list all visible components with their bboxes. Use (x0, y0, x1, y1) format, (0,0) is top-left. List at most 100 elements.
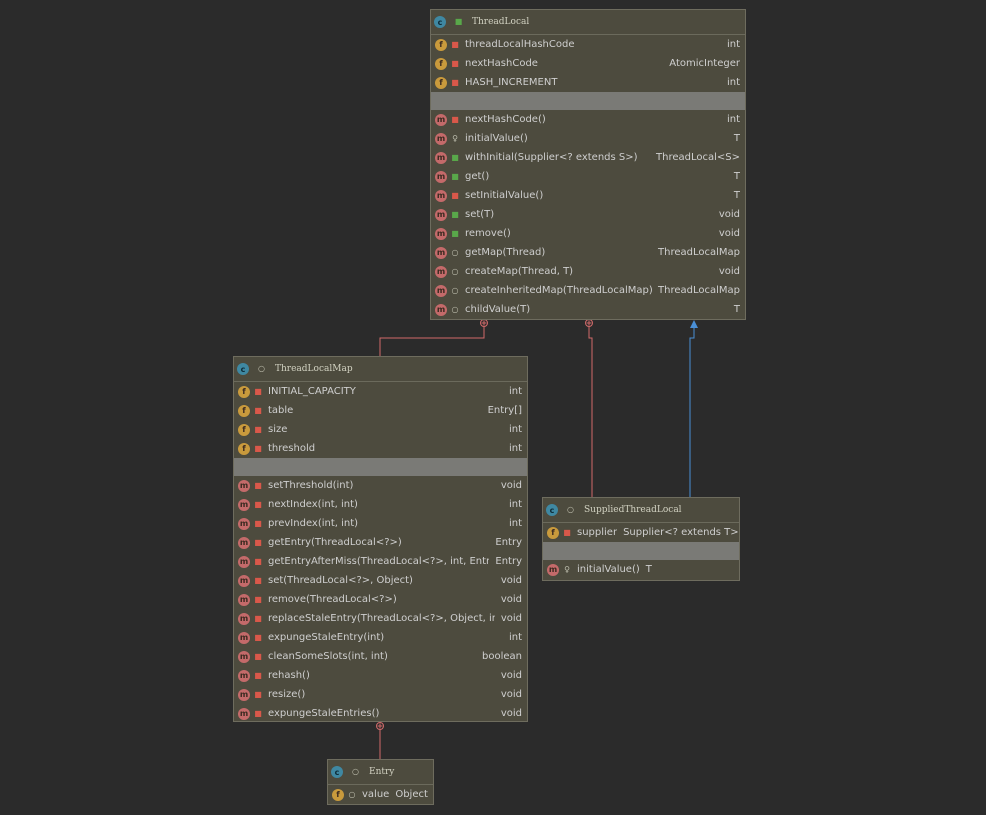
field-icon: f (332, 788, 344, 801)
method-row[interactable]: m ■ set(T) void (431, 205, 745, 224)
method-row[interactable]: m ■ cleanSomeSlots(int, int) boolean (234, 647, 527, 666)
method-icon: m (238, 479, 250, 492)
method-signature: set(T) (465, 209, 495, 220)
method-row[interactable]: m ■ replaceStaleEntry(ThreadLocal<?>, Obje… (234, 609, 527, 628)
return-type: void (500, 670, 522, 681)
return-type: int (508, 632, 522, 643)
visibility-private-icon: ■ (254, 518, 262, 528)
method-icon: m (435, 303, 447, 316)
method-icon: m (435, 246, 447, 259)
return-type: int (508, 518, 522, 529)
class-icon: c (546, 504, 558, 516)
inner-class-marker-icon (585, 319, 593, 327)
visibility-private-icon: ■ (254, 443, 262, 453)
method-row[interactable]: m ■ nextHashCode() int (431, 110, 745, 129)
class-header[interactable]: c ○ Entry (328, 760, 433, 785)
method-row[interactable]: m ○ createMap(Thread, T) void (431, 262, 745, 281)
field-row[interactable]: f ■ nextHashCode AtomicInteger (431, 54, 745, 73)
method-signature: remove(ThreadLocal<?>) (268, 594, 397, 605)
method-row[interactable]: m ■ getEntry(ThreadLocal<?>) Entry (234, 533, 527, 552)
method-icon: m (238, 612, 250, 625)
visibility-protected-icon: ♀ (564, 564, 570, 574)
return-type: T (733, 304, 740, 315)
visibility-private-icon: ■ (451, 39, 459, 49)
visibility-private-icon: ■ (254, 537, 262, 547)
field-type: AtomicInteger (669, 58, 740, 69)
class-header[interactable]: c ■ ThreadLocal (431, 10, 745, 35)
class-icon: c (237, 363, 249, 375)
method-row[interactable]: m ○ getMap(Thread) ThreadLocalMap (431, 243, 745, 262)
field-type: Entry[] (487, 405, 522, 416)
visibility-private-icon: ■ (254, 405, 262, 415)
visibility-package-icon: ○ (348, 789, 356, 799)
field-type: int (726, 77, 740, 88)
method-icon: m (238, 536, 250, 549)
visibility-private-icon: ■ (254, 632, 262, 642)
method-row[interactable]: m ♀ initialValue() T (543, 560, 739, 579)
class-box-threadlocal[interactable]: c ■ ThreadLocal f ■ threadLocalHashCode int f ■ n… (430, 9, 746, 320)
field-name: HASH_INCREMENT (465, 77, 558, 88)
field-icon: f (435, 76, 447, 89)
visibility-private-icon: ■ (254, 594, 262, 604)
method-signature: nextHashCode() (465, 114, 546, 125)
visibility-private-icon: ■ (254, 651, 262, 661)
method-row[interactable]: m ■ expungeStaleEntry(int) int (234, 628, 527, 647)
method-signature: rehash() (268, 670, 310, 681)
method-signature: initialValue() (577, 564, 640, 575)
field-row[interactable]: f ■ supplier Supplier<? extends T> (543, 523, 739, 542)
field-row[interactable]: f ■ threshold int (234, 439, 527, 458)
method-signature: getEntry(ThreadLocal<?>) (268, 537, 402, 548)
method-signature: expungeStaleEntries() (268, 708, 380, 719)
return-type: void (718, 266, 740, 277)
method-row[interactable]: m ○ createInheritedMap(ThreadLocalMap) Thre… (431, 281, 745, 300)
return-type: T (733, 190, 740, 201)
method-row[interactable]: m ■ get() T (431, 167, 745, 186)
return-type: void (718, 209, 740, 220)
class-header[interactable]: c ○ ThreadLocalMap (234, 357, 527, 382)
visibility-private-icon: ■ (254, 499, 262, 509)
method-icon: m (238, 555, 250, 568)
method-row[interactable]: m ■ set(ThreadLocal<?>, Object) void (234, 571, 527, 590)
class-header[interactable]: c ○ SuppliedThreadLocal (543, 498, 739, 523)
method-row[interactable]: m ■ nextIndex(int, int) int (234, 495, 527, 514)
method-row[interactable]: m ■ rehash() void (234, 666, 527, 685)
method-row[interactable]: m ■ getEntryAfterMiss(ThreadLocal<?>, int,… (234, 552, 527, 571)
field-row[interactable]: f ■ HASH_INCREMENT int (431, 73, 745, 92)
class-box-threadlocalmap[interactable]: c ○ ThreadLocalMap f ■ INITIAL_CAPACITY int f ■ t… (233, 356, 528, 722)
field-row[interactable]: f ■ size int (234, 420, 527, 439)
field-icon: f (238, 423, 250, 436)
method-row[interactable]: m ■ withInitial(Supplier<? extends S>) Thre… (431, 148, 745, 167)
section-separator (234, 458, 527, 476)
method-row[interactable]: m ♀ initialValue() T (431, 129, 745, 148)
method-row[interactable]: m ■ prevIndex(int, int) int (234, 514, 527, 533)
visibility-package-icon: ○ (451, 247, 459, 257)
field-row[interactable]: f ○ value Object (328, 785, 433, 804)
class-box-suppliedthreadlocal[interactable]: c ○ SuppliedThreadLocal f ■ supplier Supplier<… (542, 497, 740, 581)
method-row[interactable]: m ■ setInitialValue() T (431, 186, 745, 205)
class-name: Entry (369, 767, 395, 777)
field-row[interactable]: f ■ table Entry[] (234, 401, 527, 420)
method-row[interactable]: m ■ resize() void (234, 685, 527, 704)
field-name: threadLocalHashCode (465, 39, 575, 50)
visibility-public-icon: ■ (451, 152, 459, 162)
method-row[interactable]: m ■ remove(ThreadLocal<?>) void (234, 590, 527, 609)
return-type: Entry (495, 556, 522, 567)
visibility-private-icon: ■ (451, 77, 459, 87)
field-row[interactable]: f ■ threadLocalHashCode int (431, 35, 745, 54)
class-box-entry[interactable]: c ○ Entry f ○ value Object (327, 759, 434, 805)
method-row[interactable]: m ■ expungeStaleEntries() void (234, 704, 527, 721)
field-type: int (726, 39, 740, 50)
visibility-private-icon: ■ (451, 190, 459, 200)
class-icon: c (331, 766, 343, 778)
method-row[interactable]: m ■ remove() void (431, 224, 745, 243)
field-icon: f (238, 404, 250, 417)
method-icon: m (435, 113, 447, 126)
field-row[interactable]: f ■ INITIAL_CAPACITY int (234, 382, 527, 401)
method-row[interactable]: m ■ setThreshold(int) void (234, 476, 527, 495)
section-separator (543, 542, 739, 560)
method-icon: m (435, 151, 447, 164)
field-icon: f (435, 57, 447, 70)
method-row[interactable]: m ○ childValue(T) T (431, 300, 745, 319)
return-type: void (500, 708, 522, 719)
return-type: void (718, 228, 740, 239)
